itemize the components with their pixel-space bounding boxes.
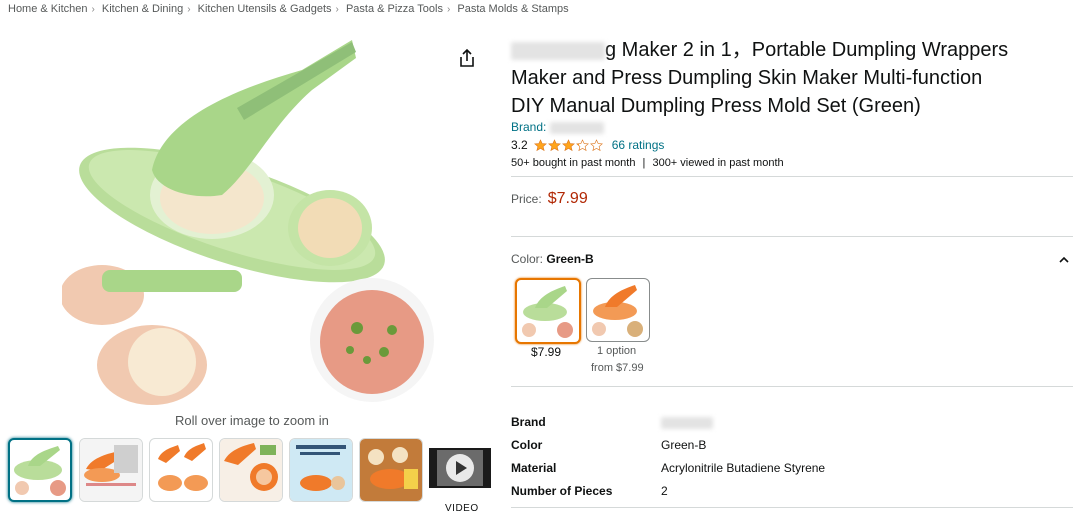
stats-separator: | xyxy=(642,157,646,169)
share-icon[interactable] xyxy=(458,48,476,68)
swatch-orange-options: 1 option xyxy=(597,345,637,357)
thumbnail-5[interactable] xyxy=(289,438,353,502)
price-row: Price: $7.99 xyxy=(511,190,588,208)
spec-value: Green-B xyxy=(661,438,707,452)
breadcrumb-separator: › xyxy=(91,4,95,15)
bought-text: 50+ bought in past month xyxy=(511,157,636,169)
viewed-text: 300+ viewed in past month xyxy=(652,157,784,169)
thumbnail-4[interactable] xyxy=(219,438,283,502)
star-icon xyxy=(547,138,561,151)
thumbnail-video[interactable] xyxy=(429,438,491,500)
color-swatch-orange[interactable] xyxy=(586,278,650,342)
title-line-1: g Maker 2 in 1，Portable Dumpling Wrapper… xyxy=(605,39,1009,61)
spec-key: Number of Pieces xyxy=(511,484,613,498)
purchase-stats: 50+ bought in past month | 300+ viewed i… xyxy=(511,157,784,169)
breadcrumb-item-pasta-molds[interactable]: Pasta Molds & Stamps xyxy=(457,3,568,15)
brand-label: Brand: xyxy=(511,120,547,134)
color-swatch-green[interactable] xyxy=(515,278,581,344)
breadcrumb-item-home-kitchen[interactable]: Home & Kitchen xyxy=(8,3,87,15)
rating-value: 3.2 xyxy=(511,138,528,152)
video-label: VIDEO xyxy=(445,503,479,514)
divider xyxy=(511,386,1073,387)
redacted-text xyxy=(511,41,605,60)
star-icon xyxy=(589,138,603,151)
title-line-2: Maker and Press Dumpling Skin Maker Mult… xyxy=(511,67,983,89)
breadcrumb-item-kitchen-dining[interactable]: Kitchen & Dining xyxy=(102,3,183,15)
price-value: $7.99 xyxy=(547,190,588,207)
title-line-3: DIY Manual Dumpling Press Mold Set (Gree… xyxy=(511,95,921,117)
thumbnail-2[interactable] xyxy=(79,438,143,502)
spec-value: 2 xyxy=(661,484,668,498)
star-icon xyxy=(533,138,547,151)
color-selected: Green-B xyxy=(546,252,594,266)
star-rating[interactable] xyxy=(533,138,604,152)
color-label: Color: xyxy=(511,252,544,266)
redacted-brand xyxy=(549,121,604,134)
rating-row: 3.2 66 ratings xyxy=(511,138,664,152)
redacted-brand-value xyxy=(661,416,713,429)
star-icon xyxy=(575,138,589,151)
breadcrumb-separator: › xyxy=(335,4,339,15)
thumbnail-3[interactable] xyxy=(149,438,213,502)
main-product-image[interactable] xyxy=(62,30,438,405)
divider xyxy=(511,507,1073,508)
spec-value: Acrylonitrile Butadiene Styrene xyxy=(661,461,826,475)
spec-key: Color xyxy=(511,438,543,452)
spec-key: Brand xyxy=(511,415,546,429)
spec-value xyxy=(661,415,713,429)
spec-key: Material xyxy=(511,461,557,475)
thumbnail-6[interactable] xyxy=(359,438,423,502)
breadcrumb-item-utensils[interactable]: Kitchen Utensils & Gadgets xyxy=(198,3,332,15)
product-title: g Maker 2 in 1，Portable Dumpling Wrapper… xyxy=(511,36,1071,120)
swatch-green-price: $7.99 xyxy=(531,345,562,359)
swatch-orange-from-price: from $7.99 xyxy=(591,362,644,374)
brand-link[interactable]: Brand: xyxy=(511,120,604,134)
breadcrumb-item-pasta-tools[interactable]: Pasta & Pizza Tools xyxy=(346,3,443,15)
breadcrumb-separator: › xyxy=(187,4,191,15)
thumbnail-1[interactable] xyxy=(8,438,72,502)
zoom-hint: Roll over image to zoom in xyxy=(175,413,329,428)
divider xyxy=(511,236,1073,237)
price-label: Price: xyxy=(511,192,542,206)
star-icon xyxy=(561,138,575,151)
breadcrumb: Home & Kitchen › Kitchen & Dining › Kitche… xyxy=(8,3,569,15)
ratings-count-link[interactable]: 66 ratings xyxy=(612,138,665,152)
color-selector-header: Color: Green-B xyxy=(511,252,594,266)
divider xyxy=(511,176,1073,177)
chevron-up-icon[interactable] xyxy=(1058,252,1070,263)
breadcrumb-separator: › xyxy=(446,4,451,15)
